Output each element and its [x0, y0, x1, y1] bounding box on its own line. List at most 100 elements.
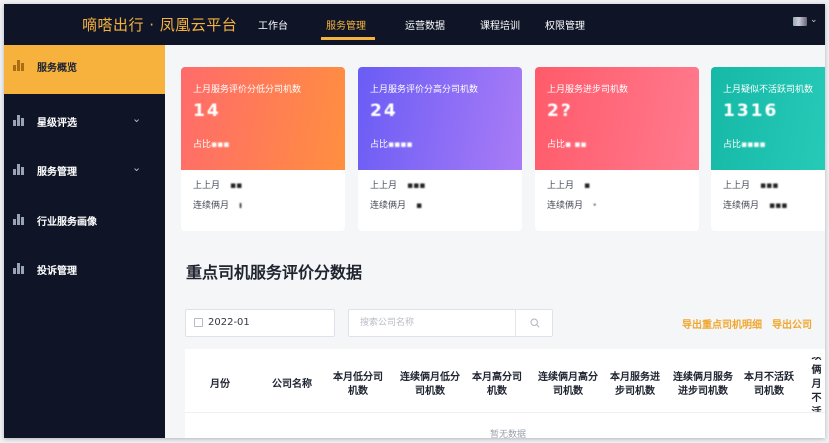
card-ratio: 占比▪▪▪	[193, 137, 229, 150]
card-value: 24	[370, 101, 398, 121]
card-ratio-label: 占比	[370, 140, 389, 150]
nav-item-operations-data[interactable]: 运营数据	[405, 17, 445, 32]
stat-card-low-score[interactable]: 上月服务评价分低分司机数 14 占比▪▪▪ 上上月 ▪▪ 连续俩月 ı	[181, 67, 345, 231]
card-row-label: 连续俩月	[370, 201, 407, 211]
card-row-two-months: 连续俩月 ·	[547, 198, 596, 211]
card-ratio: 占比▪ ▪▪	[547, 137, 586, 150]
main-content: 上月服务评价分低分司机数 14 占比▪▪▪ 上上月 ▪▪ 连续俩月 ı 上月服务评价…	[165, 45, 825, 438]
card-value: 1316	[723, 101, 779, 121]
company-search	[348, 309, 553, 337]
export-company-link[interactable]: 导出公司	[772, 320, 812, 331]
column-header: 本月不活跃司机数	[744, 372, 794, 397]
nav-active-indicator	[321, 37, 375, 40]
empty-state: 暂无数据	[490, 430, 527, 438]
card-ratio-value: ▪▪▪▪	[741, 140, 766, 150]
sidebar-item-label: 行业服务画像	[37, 217, 97, 228]
sidebar-item-service-overview[interactable]: 服务概览	[4, 45, 165, 94]
export-links: 导出重点司机明细 导出公司	[682, 316, 822, 331]
bar-chart-icon	[13, 214, 24, 225]
chevron-down-icon[interactable]: ⌄	[810, 15, 818, 25]
card-row-label: 连续俩月	[547, 201, 584, 211]
sidebar-item-complaint-management[interactable]: 投诉管理	[4, 248, 165, 297]
stat-card-inactive[interactable]: 上月疑似不活跃司机数 1316 占比▪▪▪▪ 上上月 ▪▪▪ 连续俩月 ▪▪▪	[711, 67, 825, 231]
card-row-label: 连续俩月	[723, 201, 760, 211]
column-header: 本月低分司机数	[333, 372, 383, 397]
card-ratio: 占比▪▪▪▪	[723, 137, 765, 150]
bar-chart-icon	[13, 164, 24, 175]
card-title: 上月疑似不活跃司机数	[723, 85, 814, 95]
card-row-value: ▪	[584, 181, 591, 191]
card-row-label: 上上月	[370, 181, 398, 191]
section-title: 重点司机服务评价分数据	[186, 263, 363, 282]
card-row-value: ▪▪▪	[769, 201, 788, 211]
top-header: 嘀嗒出行 · 凤凰云平台 工作台 服务管理 运营数据 课程培训 权限管理 ⌄	[4, 4, 825, 45]
column-header: 连续俩月低分司机数	[400, 372, 460, 397]
column-header: 本月高分司机数	[472, 372, 522, 397]
sidebar: 服务概览 星级评选 ⌄ 服务管理 ⌄ 行业服务画像 投诉管理	[4, 45, 165, 438]
card-row-two-months: 连续俩月 ▪▪▪	[723, 198, 787, 211]
calendar-icon	[194, 318, 203, 327]
sidebar-item-label: 投诉管理	[37, 266, 77, 277]
card-ratio-label: 占比	[193, 140, 212, 150]
card-row-value: ▪	[416, 201, 423, 211]
card-title: 上月服务评价分低分司机数	[193, 85, 302, 95]
sidebar-item-star-rating[interactable]: 星级评选 ⌄	[4, 100, 165, 149]
card-row-value: ·	[593, 201, 597, 211]
card-row-value: ▪▪▪	[407, 181, 426, 191]
nav-item-permission-management[interactable]: 权限管理	[545, 17, 585, 32]
month-picker[interactable]: 2022-01	[185, 309, 335, 337]
search-button[interactable]	[515, 310, 553, 336]
chevron-down-icon: ⌄	[132, 161, 142, 174]
column-header: 连续俩月不活跃	[811, 357, 822, 413]
card-row-label: 连续俩月	[193, 201, 230, 211]
card-title: 上月服务进步司机数	[547, 85, 629, 95]
export-driver-detail-link[interactable]: 导出重点司机明细	[682, 320, 762, 331]
company-search-input[interactable]	[350, 311, 513, 335]
sidebar-item-label: 服务管理	[37, 167, 77, 178]
sidebar-item-label: 星级评选	[37, 118, 77, 129]
stat-card-high-score[interactable]: 上月服务评价分高分司机数 24 占比▪▪▪▪ 上上月 ▪▪▪ 连续俩月 ▪	[358, 67, 522, 231]
screenshot-frame: 嘀嗒出行 · 凤凰云平台 工作台 服务管理 运营数据 课程培训 权限管理 ⌄ 服…	[0, 0, 829, 443]
card-row-value: ▪▪▪	[760, 181, 779, 191]
app-window: 嘀嗒出行 · 凤凰云平台 工作台 服务管理 运营数据 课程培训 权限管理 ⌄ 服…	[4, 4, 825, 438]
bar-chart-icon	[13, 115, 24, 126]
card-row-two-months: 连续俩月 ▪	[370, 198, 422, 211]
column-header: 本月服务进步司机数	[610, 372, 660, 397]
card-row-value: ▪▪	[230, 181, 243, 191]
column-header: 连续俩月服务进步司机数	[673, 372, 733, 397]
card-value: 2?	[547, 101, 573, 121]
brand-title: 嘀嗒出行 · 凤凰云平台	[82, 16, 238, 34]
bar-chart-icon	[13, 263, 24, 274]
card-ratio: 占比▪▪▪▪	[370, 137, 412, 150]
card-row-prev-month: 上上月 ▪	[547, 178, 590, 191]
card-row-label: 上上月	[193, 181, 221, 191]
card-ratio-value: ▪▪▪▪	[388, 140, 413, 150]
column-header: 连续俩月高分司机数	[538, 372, 598, 397]
sidebar-item-label: 服务概览	[37, 63, 77, 74]
column-header: 月份	[210, 379, 230, 390]
table-divider	[185, 412, 825, 413]
card-row-prev-month: 上上月 ▪▪▪	[370, 178, 425, 191]
sidebar-item-industry-portrait[interactable]: 行业服务画像	[4, 199, 165, 248]
sidebar-item-service-management[interactable]: 服务管理 ⌄	[4, 149, 165, 198]
chevron-down-icon: ⌄	[132, 112, 142, 125]
card-ratio-label: 占比	[547, 140, 566, 150]
nav-item-course-training[interactable]: 课程培训	[480, 17, 520, 32]
card-title: 上月服务评价分高分司机数	[370, 85, 479, 95]
card-ratio-label: 占比	[723, 140, 742, 150]
card-row-label: 上上月	[547, 181, 575, 191]
card-row-two-months: 连续俩月 ı	[193, 198, 242, 211]
data-table: 月份 公司名称 本月低分司机数 连续俩月低分司机数 本月高分司机数 连续俩月高分…	[185, 349, 825, 438]
nav-item-service-management[interactable]: 服务管理	[326, 17, 366, 32]
column-header: 公司名称	[272, 379, 312, 390]
search-icon	[530, 318, 540, 328]
stat-card-improved[interactable]: 上月服务进步司机数 2? 占比▪ ▪▪ 上上月 ▪ 连续俩月 ·	[535, 67, 699, 231]
card-row-prev-month: 上上月 ▪▪	[193, 178, 242, 191]
user-avatar[interactable]	[793, 17, 807, 26]
card-row-label: 上上月	[723, 181, 751, 191]
card-row-value: ı	[239, 201, 243, 211]
bar-chart-icon	[13, 60, 24, 71]
card-value: 14	[193, 101, 221, 121]
month-picker-value: 2022-01	[208, 317, 250, 328]
nav-item-workbench[interactable]: 工作台	[258, 17, 288, 32]
